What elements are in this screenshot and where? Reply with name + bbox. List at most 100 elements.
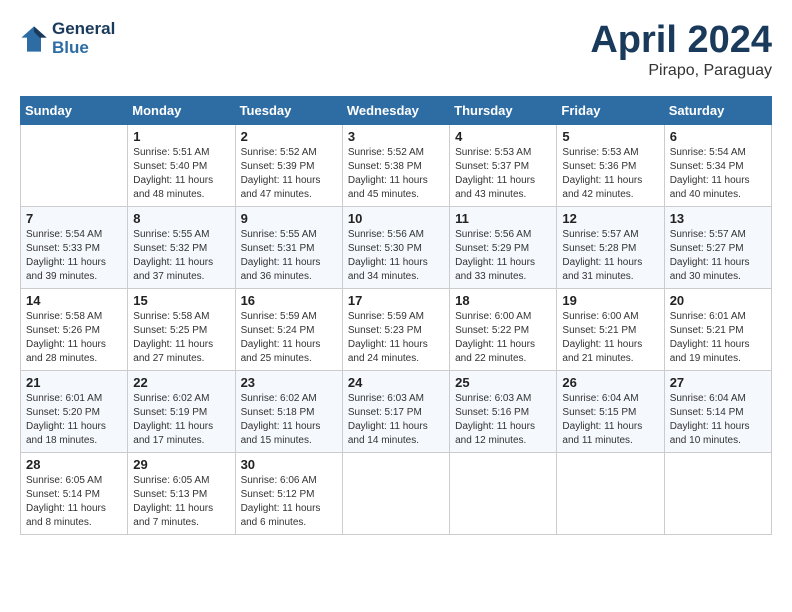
day-info: Sunrise: 6:06 AMSunset: 5:12 PMDaylight:… [241, 474, 337, 530]
day-info: Sunrise: 5:55 AMSunset: 5:31 PMDaylight:… [241, 228, 337, 284]
calendar-cell: 23 Sunrise: 6:02 AMSunset: 5:18 PMDayligh… [235, 370, 342, 452]
day-number: 30 [241, 457, 337, 472]
calendar-week-2: 7Sunrise: 5:54 AMSunset: 5:33 PMDaylight… [21, 206, 772, 288]
day-number: 9 [241, 211, 337, 226]
day-number: 17 [348, 293, 444, 308]
day-info: Sunrise: 6:01 AMSunset: 5:21 PMDaylight:… [670, 310, 766, 366]
month-title: April 2024 [590, 20, 772, 62]
calendar-cell: 26Sunrise: 6:04 AMSunset: 5:15 PMDayligh… [557, 370, 664, 452]
col-header-monday: Monday [128, 96, 235, 124]
day-number: 19 [562, 293, 658, 308]
calendar-cell: 8 Sunrise: 5:55 AMSunset: 5:32 PMDaylight… [128, 206, 235, 288]
day-info: Sunrise: 5:52 AMSunset: 5:38 PMDaylight:… [348, 146, 444, 202]
day-number: 24 [348, 375, 444, 390]
calendar-cell: 20 Sunrise: 6:01 AMSunset: 5:21 PMDayligh… [664, 288, 771, 370]
day-number: 18 [455, 293, 551, 308]
title-block: April 2024 Pirapo, Paraguay [590, 20, 772, 80]
calendar-cell: 5Sunrise: 5:53 AMSunset: 5:36 PMDaylight… [557, 124, 664, 206]
calendar-cell: 14Sunrise: 5:58 AMSunset: 5:26 PMDayligh… [21, 288, 128, 370]
day-number: 2 [241, 129, 337, 144]
day-number: 8 [133, 211, 229, 226]
day-number: 21 [26, 375, 122, 390]
calendar-header-row: SundayMondayTuesdayWednesdayThursdayFrid… [21, 96, 772, 124]
calendar-cell: 6Sunrise: 5:54 AMSunset: 5:34 PMDaylight… [664, 124, 771, 206]
col-header-wednesday: Wednesday [342, 96, 449, 124]
day-info: Sunrise: 6:00 AMSunset: 5:22 PMDaylight:… [455, 310, 551, 366]
day-info: Sunrise: 5:58 AMSunset: 5:26 PMDaylight:… [26, 310, 122, 366]
day-info: Sunrise: 5:58 AMSunset: 5:25 PMDaylight:… [133, 310, 229, 366]
calendar-cell: 15 Sunrise: 5:58 AMSunset: 5:25 PMDayligh… [128, 288, 235, 370]
calendar-week-4: 21 Sunrise: 6:01 AMSunset: 5:20 PMDayligh… [21, 370, 772, 452]
calendar-cell [557, 452, 664, 534]
day-number: 13 [670, 211, 766, 226]
calendar-cell: 10Sunrise: 5:56 AMSunset: 5:30 PMDayligh… [342, 206, 449, 288]
calendar-cell: 2 Sunrise: 5:52 AMSunset: 5:39 PMDaylight… [235, 124, 342, 206]
day-info: Sunrise: 5:53 AMSunset: 5:37 PMDaylight:… [455, 146, 551, 202]
day-number: 23 [241, 375, 337, 390]
logo: General Blue [20, 20, 115, 57]
calendar-cell: 9 Sunrise: 5:55 AMSunset: 5:31 PMDaylight… [235, 206, 342, 288]
calendar-cell: 27 Sunrise: 6:04 AMSunset: 5:14 PMDayligh… [664, 370, 771, 452]
logo-line1: General [52, 20, 115, 39]
day-info: Sunrise: 5:59 AMSunset: 5:24 PMDaylight:… [241, 310, 337, 366]
calendar-cell: 13 Sunrise: 5:57 AMSunset: 5:27 PMDayligh… [664, 206, 771, 288]
day-number: 26 [562, 375, 658, 390]
day-info: Sunrise: 5:51 AMSunset: 5:40 PMDaylight:… [133, 146, 229, 202]
calendar-week-1: 1 Sunrise: 5:51 AMSunset: 5:40 PMDaylight… [21, 124, 772, 206]
day-info: Sunrise: 5:54 AMSunset: 5:33 PMDaylight:… [26, 228, 122, 284]
day-number: 25 [455, 375, 551, 390]
calendar-week-3: 14Sunrise: 5:58 AMSunset: 5:26 PMDayligh… [21, 288, 772, 370]
logo-icon [20, 25, 48, 53]
day-number: 11 [455, 211, 551, 226]
day-info: Sunrise: 6:05 AMSunset: 5:13 PMDaylight:… [133, 474, 229, 530]
calendar-cell: 16 Sunrise: 5:59 AMSunset: 5:24 PMDayligh… [235, 288, 342, 370]
day-info: Sunrise: 6:03 AMSunset: 5:17 PMDaylight:… [348, 392, 444, 448]
calendar-cell: 29 Sunrise: 6:05 AMSunset: 5:13 PMDayligh… [128, 452, 235, 534]
day-info: Sunrise: 5:52 AMSunset: 5:39 PMDaylight:… [241, 146, 337, 202]
day-info: Sunrise: 6:04 AMSunset: 5:14 PMDaylight:… [670, 392, 766, 448]
calendar-cell [664, 452, 771, 534]
calendar-cell: 21 Sunrise: 6:01 AMSunset: 5:20 PMDayligh… [21, 370, 128, 452]
day-number: 12 [562, 211, 658, 226]
day-info: Sunrise: 5:56 AMSunset: 5:29 PMDaylight:… [455, 228, 551, 284]
day-info: Sunrise: 5:55 AMSunset: 5:32 PMDaylight:… [133, 228, 229, 284]
calendar-cell: 17Sunrise: 5:59 AMSunset: 5:23 PMDayligh… [342, 288, 449, 370]
calendar-cell: 11 Sunrise: 5:56 AMSunset: 5:29 PMDayligh… [450, 206, 557, 288]
calendar-cell [21, 124, 128, 206]
day-info: Sunrise: 5:56 AMSunset: 5:30 PMDaylight:… [348, 228, 444, 284]
day-number: 1 [133, 129, 229, 144]
calendar-cell: 30 Sunrise: 6:06 AMSunset: 5:12 PMDayligh… [235, 452, 342, 534]
calendar-cell: 25 Sunrise: 6:03 AMSunset: 5:16 PMDayligh… [450, 370, 557, 452]
day-info: Sunrise: 6:02 AMSunset: 5:18 PMDaylight:… [241, 392, 337, 448]
calendar-cell: 28 Sunrise: 6:05 AMSunset: 5:14 PMDayligh… [21, 452, 128, 534]
day-number: 16 [241, 293, 337, 308]
page-header: General Blue April 2024 Pirapo, Paraguay [20, 20, 772, 80]
day-number: 4 [455, 129, 551, 144]
col-header-sunday: Sunday [21, 96, 128, 124]
day-info: Sunrise: 6:02 AMSunset: 5:19 PMDaylight:… [133, 392, 229, 448]
location-subtitle: Pirapo, Paraguay [590, 62, 772, 80]
day-number: 28 [26, 457, 122, 472]
day-info: Sunrise: 5:57 AMSunset: 5:27 PMDaylight:… [670, 228, 766, 284]
day-info: Sunrise: 6:01 AMSunset: 5:20 PMDaylight:… [26, 392, 122, 448]
day-number: 6 [670, 129, 766, 144]
calendar-cell: 4 Sunrise: 5:53 AMSunset: 5:37 PMDaylight… [450, 124, 557, 206]
day-info: Sunrise: 6:03 AMSunset: 5:16 PMDaylight:… [455, 392, 551, 448]
day-number: 20 [670, 293, 766, 308]
day-number: 5 [562, 129, 658, 144]
calendar-cell: 3 Sunrise: 5:52 AMSunset: 5:38 PMDaylight… [342, 124, 449, 206]
day-number: 27 [670, 375, 766, 390]
calendar-cell: 1 Sunrise: 5:51 AMSunset: 5:40 PMDaylight… [128, 124, 235, 206]
day-info: Sunrise: 5:57 AMSunset: 5:28 PMDaylight:… [562, 228, 658, 284]
day-number: 29 [133, 457, 229, 472]
calendar-cell: 18 Sunrise: 6:00 AMSunset: 5:22 PMDayligh… [450, 288, 557, 370]
day-number: 22 [133, 375, 229, 390]
day-number: 3 [348, 129, 444, 144]
calendar-cell [342, 452, 449, 534]
col-header-tuesday: Tuesday [235, 96, 342, 124]
calendar-cell: 7Sunrise: 5:54 AMSunset: 5:33 PMDaylight… [21, 206, 128, 288]
day-number: 15 [133, 293, 229, 308]
calendar-cell: 19Sunrise: 6:00 AMSunset: 5:21 PMDayligh… [557, 288, 664, 370]
logo-line2: Blue [52, 39, 115, 58]
day-info: Sunrise: 6:05 AMSunset: 5:14 PMDaylight:… [26, 474, 122, 530]
